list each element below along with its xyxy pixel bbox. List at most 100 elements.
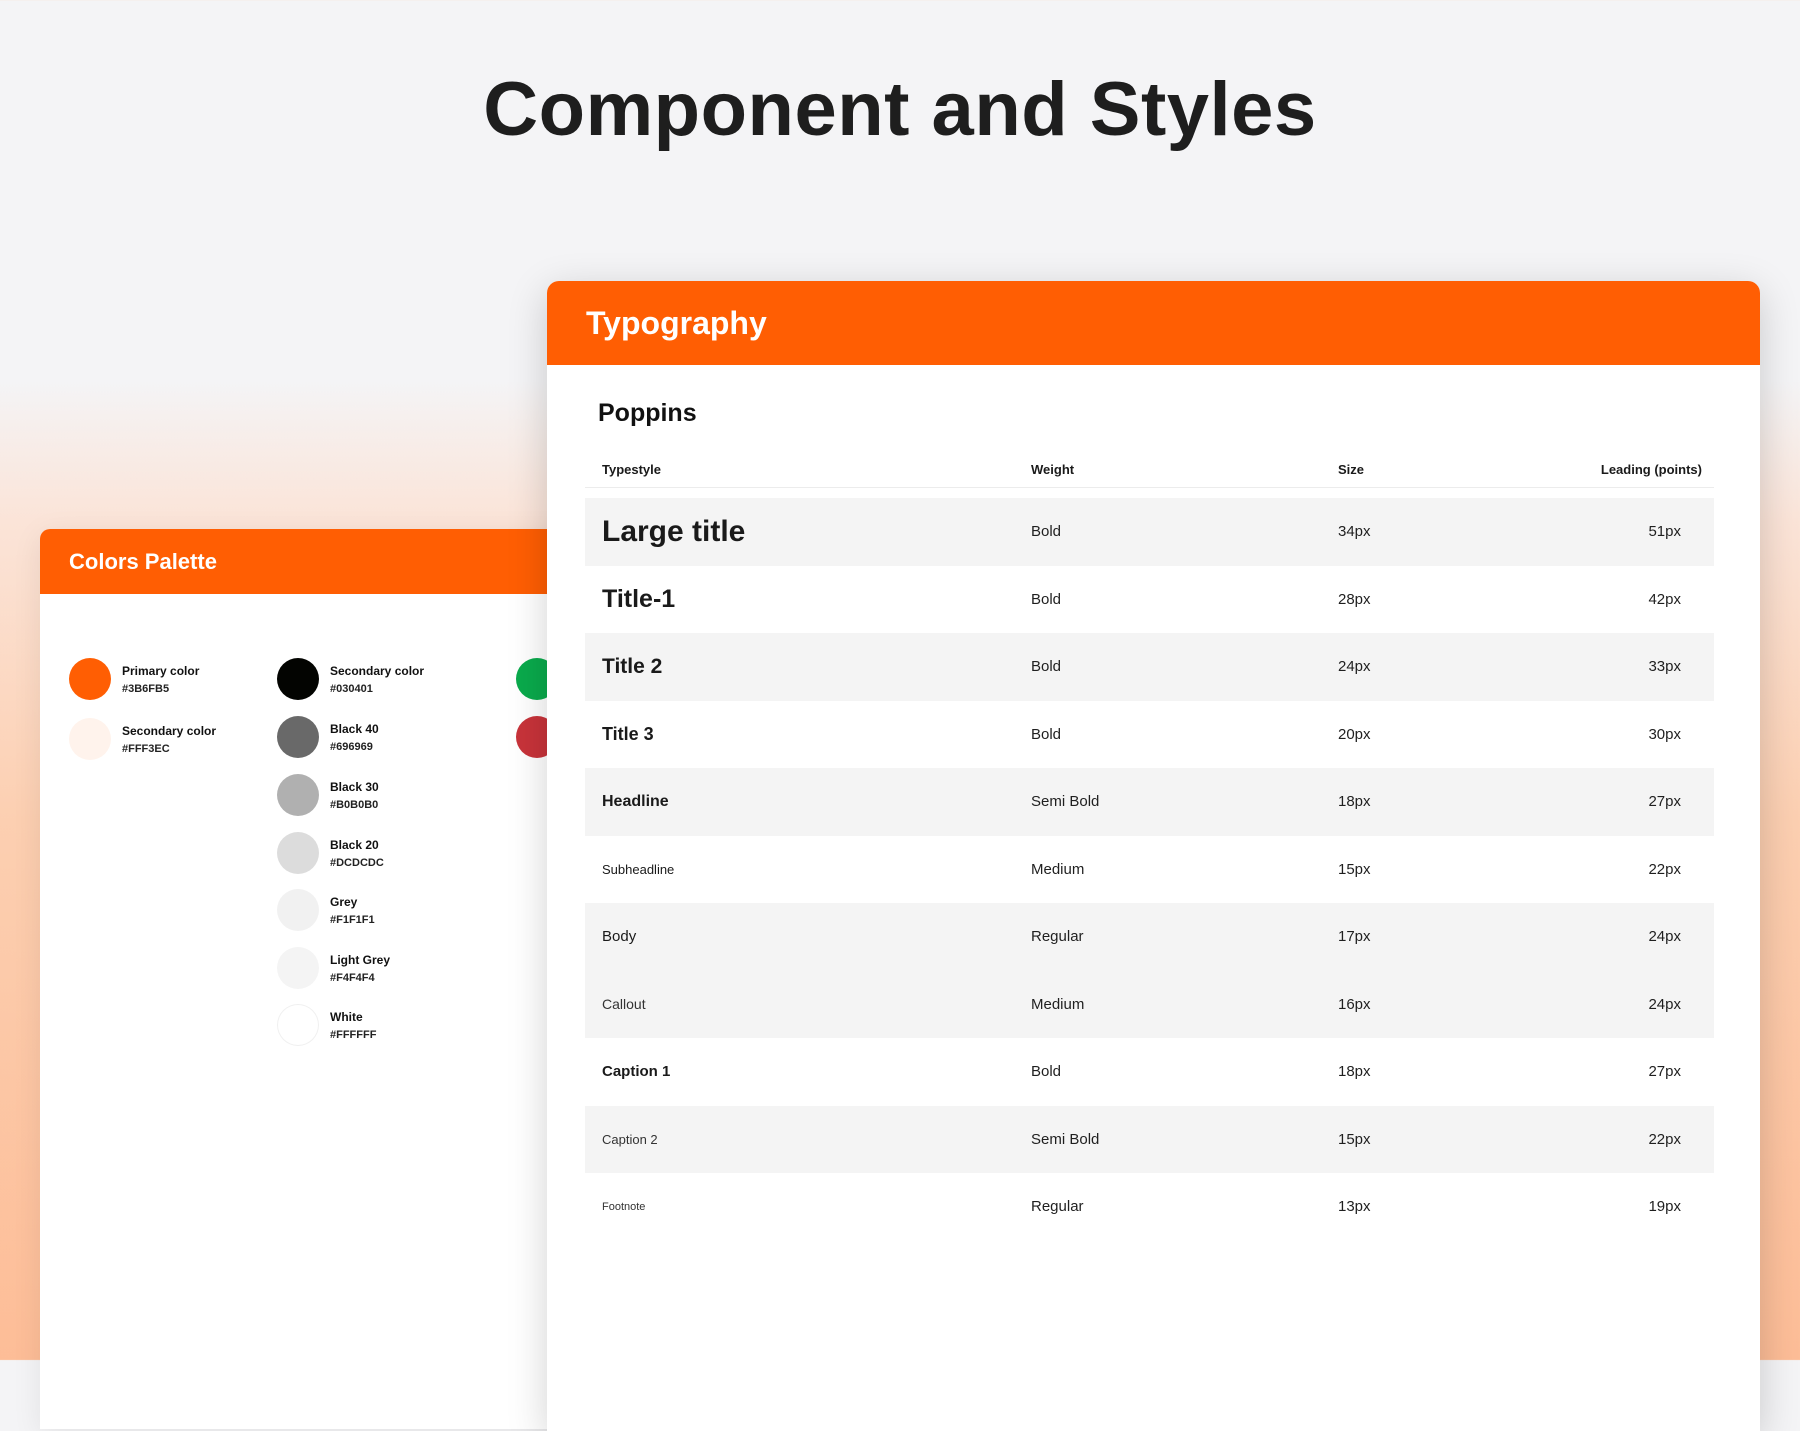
table-row[interactable]: Headline Semi Bold 18px 27px bbox=[585, 768, 1714, 836]
swatch-black-20[interactable]: Black 20 #DCDCDC bbox=[277, 832, 384, 874]
colors-palette-title: Colors Palette bbox=[69, 548, 217, 574]
table-row[interactable]: Large title Bold 34px 51px bbox=[585, 498, 1714, 566]
swatch-black-40[interactable]: Black 40 #696969 bbox=[277, 716, 379, 758]
leading-value: 27px bbox=[1648, 1063, 1681, 1081]
size-value: 18px bbox=[1338, 1063, 1371, 1081]
swatch-hex: #B0B0B0 bbox=[330, 798, 379, 811]
table-row[interactable]: Title 3 Bold 20px 30px bbox=[585, 701, 1714, 769]
leading-value: 27px bbox=[1648, 793, 1681, 811]
swatch-light-grey[interactable]: Light Grey #F4F4F4 bbox=[277, 947, 390, 989]
column-header-leading: Leading (points) bbox=[1600, 461, 1702, 477]
font-family-name: Poppins bbox=[598, 399, 697, 427]
swatch-hex: #F1F1F1 bbox=[330, 913, 375, 926]
leading-value: 19px bbox=[1648, 1198, 1681, 1216]
column-header-size: Size bbox=[1338, 461, 1365, 477]
swatch-hex: #696969 bbox=[330, 740, 373, 753]
swatch-name: White bbox=[330, 1009, 363, 1024]
table-row[interactable]: Subheadline Medium 15px 22px bbox=[585, 836, 1714, 904]
typestyle-sample: Headline bbox=[602, 792, 669, 810]
swatch-hex: #3B6FB5 bbox=[122, 682, 170, 695]
weight-value: Bold bbox=[1031, 725, 1062, 743]
typestyle-sample: Large title bbox=[602, 514, 746, 548]
leading-value: 51px bbox=[1648, 523, 1681, 541]
typestyle-sample: Title 3 bbox=[602, 723, 654, 744]
swatch-white[interactable]: White #FFFFFF bbox=[277, 1004, 376, 1046]
weight-value: Bold bbox=[1031, 523, 1062, 541]
typestyle-sample: Title 2 bbox=[602, 654, 663, 678]
swatch-hex: #030401 bbox=[330, 682, 373, 695]
table-row[interactable]: Title-1 Bold 28px 42px bbox=[585, 566, 1714, 634]
size-value: 24px bbox=[1338, 658, 1371, 676]
color-swatch bbox=[69, 658, 111, 700]
typography-header: Typography bbox=[547, 281, 1760, 365]
swatch-name: Secondary color bbox=[330, 663, 425, 678]
size-value: 15px bbox=[1338, 1130, 1371, 1148]
swatch-name: Black 30 bbox=[330, 779, 379, 794]
table-row[interactable]: Callout Medium 16px 24px bbox=[585, 970, 1714, 1038]
table-row[interactable]: Body Regular 17px 24px bbox=[585, 903, 1714, 971]
color-swatch bbox=[277, 889, 319, 931]
weight-value: Medium bbox=[1031, 995, 1085, 1013]
weight-value: Medium bbox=[1031, 860, 1085, 878]
color-swatch bbox=[277, 774, 319, 816]
typography-card: Typography Poppins Typestyle Weight Size… bbox=[547, 281, 1760, 1431]
column-header-weight: Weight bbox=[1031, 461, 1075, 477]
leading-value: 30px bbox=[1648, 725, 1681, 743]
swatch-name: Grey bbox=[330, 894, 358, 909]
typestyle-sample: Caption 2 bbox=[602, 1131, 658, 1147]
swatch-hex: #FFFFFF bbox=[330, 1028, 377, 1041]
swatch-name: Black 20 bbox=[330, 837, 379, 852]
size-value: 34px bbox=[1338, 523, 1371, 541]
leading-value: 33px bbox=[1648, 658, 1681, 676]
typography-table: Large title Bold 34px 51px Title-1 Bold … bbox=[585, 498, 1714, 1241]
swatch-primary-color[interactable]: Primary color #3B6FB5 bbox=[69, 658, 199, 700]
color-swatch bbox=[277, 716, 319, 758]
weight-value: Semi Bold bbox=[1031, 1130, 1100, 1148]
size-value: 13px bbox=[1338, 1198, 1371, 1216]
swatch-name: Primary color bbox=[122, 663, 200, 678]
swatch-name: Light Grey bbox=[330, 952, 391, 967]
leading-value: 22px bbox=[1648, 1130, 1681, 1148]
table-row[interactable]: Caption 1 Bold 18px 27px bbox=[585, 1038, 1714, 1106]
color-swatch bbox=[277, 947, 319, 989]
typestyle-sample: Subheadline bbox=[602, 861, 675, 877]
swatch-hex: #F4F4F4 bbox=[330, 971, 375, 984]
color-swatch bbox=[277, 832, 319, 874]
typestyle-sample: Body bbox=[602, 928, 637, 946]
weight-value: Bold bbox=[1031, 590, 1062, 608]
size-value: 28px bbox=[1338, 590, 1371, 608]
column-header-typestyle: Typestyle bbox=[602, 461, 662, 477]
weight-value: Regular bbox=[1031, 1198, 1084, 1216]
leading-value: 42px bbox=[1648, 590, 1681, 608]
swatch-black-30[interactable]: Black 30 #B0B0B0 bbox=[277, 774, 379, 816]
leading-value: 24px bbox=[1648, 928, 1681, 946]
size-value: 18px bbox=[1338, 793, 1371, 811]
size-value: 16px bbox=[1338, 995, 1371, 1013]
swatch-name: Black 40 bbox=[330, 721, 379, 736]
typestyle-sample: Footnote bbox=[602, 1200, 646, 1213]
leading-value: 22px bbox=[1648, 860, 1681, 878]
weight-value: Regular bbox=[1031, 928, 1084, 946]
table-row[interactable]: Footnote Regular 13px 19px bbox=[585, 1173, 1714, 1241]
table-row[interactable]: Caption 2 Semi Bold 15px 22px bbox=[585, 1105, 1714, 1173]
swatch-name: Secondary color bbox=[122, 723, 217, 738]
size-value: 20px bbox=[1338, 725, 1371, 743]
color-swatch bbox=[277, 1004, 319, 1046]
color-swatch bbox=[277, 658, 319, 700]
swatch-secondary-color-dark[interactable]: Secondary color #030401 bbox=[277, 658, 424, 700]
typography-title: Typography bbox=[586, 304, 767, 341]
size-value: 17px bbox=[1338, 928, 1371, 946]
swatch-hex: #FFF3EC bbox=[122, 742, 170, 755]
weight-value: Bold bbox=[1031, 658, 1062, 676]
typestyle-sample: Caption 1 bbox=[602, 1063, 671, 1081]
page-title: Component and Styles bbox=[483, 67, 1317, 152]
typography-table-header: Typestyle Weight Size Leading (points) bbox=[585, 451, 1714, 488]
typestyle-sample: Callout bbox=[602, 996, 646, 1013]
table-row[interactable]: Title 2 Bold 24px 33px bbox=[585, 633, 1714, 701]
leading-value: 24px bbox=[1648, 995, 1681, 1013]
swatch-hex: #DCDCDC bbox=[330, 856, 384, 869]
swatch-secondary-color-light[interactable]: Secondary color #FFF3EC bbox=[69, 718, 216, 760]
swatch-grey[interactable]: Grey #F1F1F1 bbox=[277, 889, 375, 931]
weight-value: Bold bbox=[1031, 1063, 1062, 1081]
size-value: 15px bbox=[1338, 860, 1371, 878]
